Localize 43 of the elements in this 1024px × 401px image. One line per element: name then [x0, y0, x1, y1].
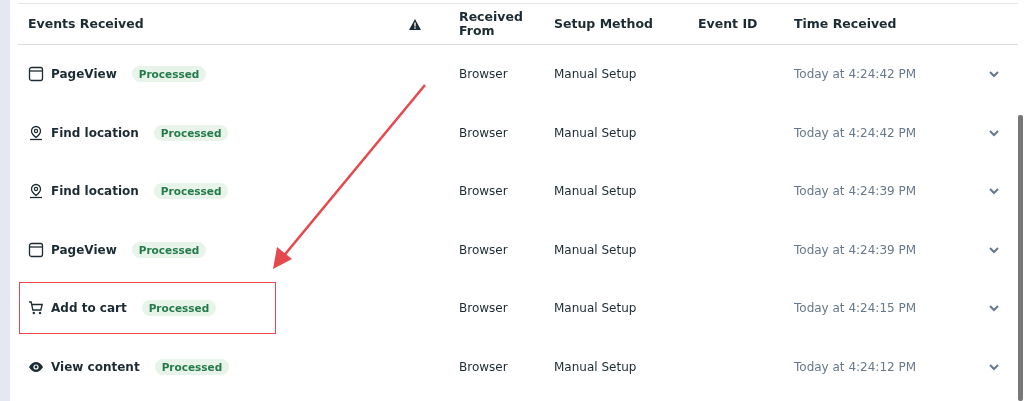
browser-window-icon: [28, 241, 44, 258]
location-pin-icon: [28, 183, 44, 200]
status-badge: Processed: [153, 124, 229, 141]
event-name: PageView: [51, 67, 117, 82]
table-cell-text: Today at 4:24:39 PM: [794, 242, 918, 257]
status-badge: Processed: [153, 183, 229, 200]
location-pin-icon: [28, 124, 44, 141]
table-cell-text: Today at 4:24:12 PM: [794, 359, 918, 374]
column-header: Event ID: [698, 16, 759, 32]
eye-icon: [28, 360, 44, 373]
warning-icon: [409, 18, 421, 30]
event-name: Find location: [51, 125, 139, 140]
status-badge: Processed: [154, 358, 230, 375]
table-cell-text: Manual Setup: [554, 125, 638, 140]
column-header: Events Received: [28, 16, 145, 32]
scrollbar[interactable]: [1018, 115, 1023, 401]
table-cell-text: Today at 4:24:39 PM: [794, 184, 918, 199]
column-header: Time Received: [794, 16, 898, 32]
event-name: PageView: [51, 242, 117, 257]
table-cell-text: Browser: [459, 242, 509, 257]
table-cell-text: Today at 4:24:42 PM: [794, 67, 918, 82]
status-badge: Processed: [141, 300, 217, 317]
table-cell-text: Browser: [459, 125, 509, 140]
table-cell-text: Manual Setup: [554, 301, 638, 316]
column-header: Received From: [459, 9, 524, 39]
status-badge: Processed: [131, 241, 207, 258]
table-cell-text: Manual Setup: [554, 242, 638, 257]
table-cell-text: Browser: [459, 67, 509, 82]
table-cell-text: Manual Setup: [554, 359, 638, 374]
table-cell-text: Today at 4:24:15 PM: [794, 301, 918, 316]
event-name: View content: [51, 359, 140, 374]
table-cell-text: Manual Setup: [554, 184, 638, 199]
browser-window-icon: [28, 66, 44, 83]
table-cell-text: Browser: [459, 301, 509, 316]
column-header: Setup Method: [554, 16, 654, 32]
table-cell-text: Browser: [459, 184, 509, 199]
table-cell-text: Browser: [459, 359, 509, 374]
table-cell-text: Today at 4:24:42 PM: [794, 125, 918, 140]
cart-icon: [28, 300, 44, 317]
event-name: Find location: [51, 184, 139, 199]
status-badge: Processed: [131, 66, 207, 83]
event-name: Add to cart: [51, 301, 127, 316]
table-cell-text: Manual Setup: [554, 67, 638, 82]
